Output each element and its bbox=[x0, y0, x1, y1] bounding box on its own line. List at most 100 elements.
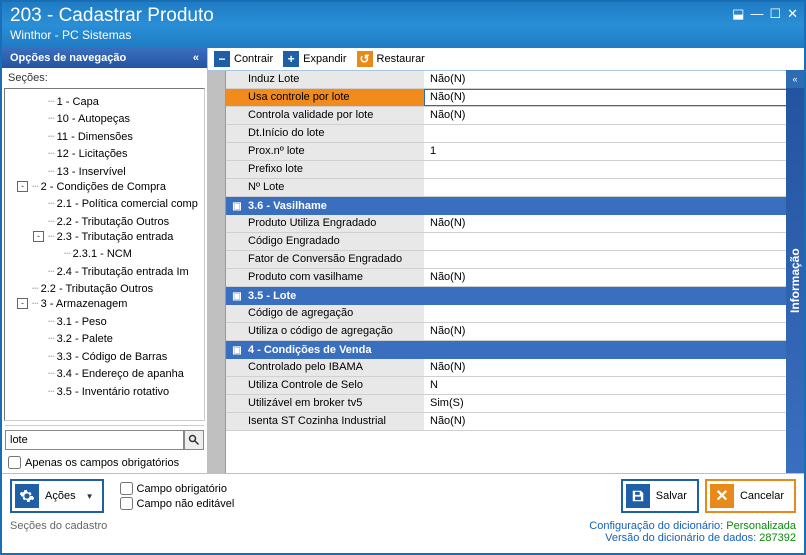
grid-row[interactable]: Utiliza Controle de SeloN bbox=[226, 377, 804, 395]
grid-row-value[interactable]: 1 bbox=[424, 143, 804, 160]
grid-row[interactable]: Prefixo lote bbox=[226, 161, 804, 179]
grid-row[interactable]: Dt.Início do lote▾ bbox=[226, 125, 804, 143]
grid-row[interactable]: Controla validade por loteNão(N)▾ bbox=[226, 107, 804, 125]
tree-item[interactable]: 12 - Licitações bbox=[7, 144, 202, 162]
tree-item[interactable]: 3.2 - Palete bbox=[7, 329, 202, 347]
expandir-button[interactable]: + Expandir bbox=[283, 51, 346, 67]
window-subtitle: Winthor - PC Sistemas bbox=[10, 28, 796, 42]
required-only-label: Apenas os campos obrigatórios bbox=[25, 457, 179, 469]
tree-item[interactable]: -3 - Armazenagem bbox=[7, 296, 202, 311]
tree-item[interactable]: 3.1 - Peso bbox=[7, 311, 202, 329]
grid-row[interactable]: Código de agregação bbox=[226, 305, 804, 323]
section-title: 4 - Condições de Venda bbox=[248, 344, 804, 356]
section-collapse-icon[interactable]: ▣ bbox=[230, 201, 244, 212]
close-icon[interactable]: ✕ bbox=[787, 6, 798, 22]
grid-row-label: Produto com vasilhame bbox=[226, 269, 424, 286]
section-collapse-icon[interactable]: ▣ bbox=[230, 291, 244, 302]
grid-row-value[interactable]: Sim(S)▾ bbox=[424, 395, 804, 412]
grid-row[interactable]: Usa controle por loteNão(N)▾ bbox=[226, 89, 804, 107]
tree-item-label: 2.2 - Tributação Outros bbox=[32, 282, 153, 295]
grid-row[interactable]: Produto com vasilhameNão(N)▾ bbox=[226, 269, 804, 287]
legend-required-label: Campo obrigatório bbox=[137, 483, 228, 495]
restore-icon[interactable]: ⬓ bbox=[732, 6, 744, 22]
legend-readonly-label: Campo não editável bbox=[137, 498, 235, 510]
grid-section-header[interactable]: ▣ 4 - Condições de Venda bbox=[226, 341, 804, 359]
grid-row[interactable]: Produto Utiliza EngradadoNão(N)▾ bbox=[226, 215, 804, 233]
grid-row-value[interactable] bbox=[424, 305, 804, 322]
tree-item[interactable]: 11 - Dimensões bbox=[7, 126, 202, 144]
grid-row-value[interactable] bbox=[424, 161, 804, 178]
nav-tree[interactable]: 1 - Capa10 - Autopeças11 - Dimensões12 -… bbox=[4, 88, 205, 421]
tree-expand-icon[interactable]: - bbox=[33, 231, 44, 242]
chevron-left-icon[interactable]: « bbox=[193, 52, 199, 64]
search-button[interactable] bbox=[184, 430, 204, 450]
grid-row-value[interactable]: Não(N)▾ bbox=[424, 413, 804, 430]
grid-row-label: Nº Lote bbox=[226, 179, 424, 196]
grid-row[interactable]: Prox.nº lote1 bbox=[226, 143, 804, 161]
search-icon bbox=[188, 434, 200, 446]
grid-row-value[interactable] bbox=[424, 233, 804, 250]
grid-row-label: Produto Utiliza Engradado bbox=[226, 215, 424, 232]
tree-item[interactable]: -2.3 - Tributação entrada bbox=[7, 229, 202, 244]
grid-row-value[interactable] bbox=[424, 251, 804, 268]
info-tab[interactable]: Informação bbox=[786, 88, 804, 473]
restaurar-label: Restaurar bbox=[377, 53, 425, 65]
secoes-cadastro-label: Seções do cadastro bbox=[10, 520, 107, 544]
tree-item[interactable]: 1 - Capa bbox=[7, 91, 202, 109]
salvar-button[interactable]: Salvar bbox=[621, 479, 699, 513]
section-collapse-icon[interactable]: ▣ bbox=[230, 345, 244, 356]
tree-item[interactable]: 2.3.1 - NCM bbox=[7, 244, 202, 262]
acoes-button[interactable]: Ações ▼ bbox=[10, 479, 104, 513]
minimize-icon[interactable]: — bbox=[750, 6, 763, 22]
grid-row[interactable]: Induz LoteNão(N)▾ bbox=[226, 71, 804, 89]
tree-item[interactable]: 3.5 - Inventário rotativo bbox=[7, 381, 202, 399]
grid-row-value[interactable]: Não(N)▾ bbox=[424, 215, 804, 232]
grid-row[interactable]: Utilizável em broker tv5Sim(S)▾ bbox=[226, 395, 804, 413]
maximize-icon[interactable]: ☐ bbox=[769, 6, 781, 22]
grid-row-value[interactable]: Não(N)▾ bbox=[424, 359, 804, 376]
tree-item[interactable]: 13 - Inservível bbox=[7, 161, 202, 179]
grid-row[interactable]: Utiliza o código de agregaçãoNão(N)▾ bbox=[226, 323, 804, 341]
search-input[interactable] bbox=[5, 430, 184, 450]
tree-item-label: 13 - Inservível bbox=[48, 165, 126, 178]
tree-item[interactable]: 3.4 - Endereço de apanha bbox=[7, 364, 202, 382]
tree-item[interactable]: 10 - Autopeças bbox=[7, 109, 202, 127]
grid-row-value[interactable]: Não(N)▾ bbox=[424, 323, 804, 340]
contrair-button[interactable]: − Contrair bbox=[214, 51, 273, 67]
tree-expand-icon[interactable]: - bbox=[17, 298, 28, 309]
tree-item[interactable]: 2.1 - Política comercial comp bbox=[7, 194, 202, 212]
grid-row[interactable]: Nº Lote bbox=[226, 179, 804, 197]
tree-item[interactable]: 2.2 - Tributação Outros bbox=[7, 211, 202, 229]
grid-row-value[interactable] bbox=[424, 179, 804, 196]
info-collapse-icon[interactable]: « bbox=[786, 70, 804, 88]
sidebar-header[interactable]: Opções de navegação « bbox=[2, 48, 207, 68]
tree-item[interactable]: 2.4 - Tributação entrada Im bbox=[7, 261, 202, 279]
tree-expand-icon[interactable]: - bbox=[17, 181, 28, 192]
tree-item[interactable]: 3.3 - Código de Barras bbox=[7, 346, 202, 364]
grid-row[interactable]: Controlado pelo IBAMANão(N)▾ bbox=[226, 359, 804, 377]
grid-row-value[interactable]: Não(N)▾ bbox=[424, 107, 804, 124]
required-only-checkbox[interactable] bbox=[8, 456, 21, 469]
grid-section-header[interactable]: ▣3.6 - Vasilhame bbox=[226, 197, 804, 215]
sidebar-header-label: Opções de navegação bbox=[10, 52, 126, 64]
grid-row-value[interactable]: Não(N)▾ bbox=[424, 71, 804, 88]
tree-item-label: 3.3 - Código de Barras bbox=[48, 350, 167, 363]
tree-item[interactable]: 2.2 - Tributação Outros bbox=[7, 279, 202, 297]
minus-icon: − bbox=[214, 51, 230, 67]
restore-arrow-icon: ↺ bbox=[357, 51, 373, 67]
grid-row-value[interactable]: ▾ bbox=[424, 125, 804, 142]
cancelar-button[interactable]: ✕ Cancelar bbox=[705, 479, 796, 513]
grid-section-header[interactable]: ▣3.5 - Lote bbox=[226, 287, 804, 305]
restaurar-button[interactable]: ↺ Restaurar bbox=[357, 51, 425, 67]
version-dict-value: 287392 bbox=[759, 532, 796, 544]
tree-item-label: 2.1 - Política comercial comp bbox=[48, 197, 198, 210]
grid-row-value[interactable]: Não(N)▾ bbox=[424, 89, 804, 106]
tree-item[interactable]: -2 - Condições de Compra bbox=[7, 179, 202, 194]
grid-row-value[interactable]: Não(N)▾ bbox=[424, 269, 804, 286]
grid-row-value[interactable]: N bbox=[424, 377, 804, 394]
grid-row[interactable]: Fator de Conversão Engradado bbox=[226, 251, 804, 269]
grid-row-label: Prefixo lote bbox=[226, 161, 424, 178]
grid-row[interactable]: Isenta ST Cozinha IndustrialNão(N)▾ bbox=[226, 413, 804, 431]
grid-row[interactable]: Código Engradado bbox=[226, 233, 804, 251]
property-grid[interactable]: Induz LoteNão(N)▾Usa controle por loteNã… bbox=[226, 71, 804, 473]
